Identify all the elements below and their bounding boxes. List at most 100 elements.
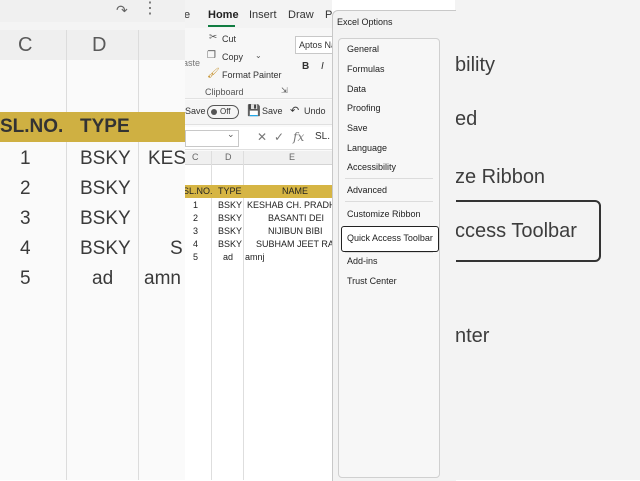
- cell[interactable]: BASANTI DEI: [268, 213, 324, 223]
- header-cell-type[interactable]: TYPE: [218, 186, 242, 196]
- cell[interactable]: 5: [193, 252, 198, 262]
- cut-button[interactable]: Cut: [222, 34, 236, 44]
- cell[interactable]: BSKY: [218, 226, 242, 236]
- nav-trust-center[interactable]: Trust Center: [347, 276, 397, 286]
- header-cell-slno[interactable]: SL.NO.: [185, 186, 213, 196]
- more-icon: ⋮: [142, 0, 158, 17]
- italic-button[interactable]: I: [321, 61, 324, 72]
- nav-customize-ribbon[interactable]: Customize Ribbon: [347, 209, 421, 219]
- table-row: 5 ad amnj: [185, 251, 332, 264]
- table-header-row: SL.NO. TYPE NAME: [185, 185, 332, 198]
- options-nav: General Formulas Data Proofing Save Lang…: [338, 38, 440, 478]
- nav-quick-access-toolbar-label: Quick Access Toolbar: [347, 233, 433, 243]
- col-header-c[interactable]: C: [192, 152, 199, 162]
- bg-cell: 1: [20, 148, 31, 169]
- nav-data[interactable]: Data: [347, 84, 366, 94]
- tab-page-layout[interactable]: P: [325, 9, 332, 21]
- chevron-down-icon[interactable]: ⌄: [227, 129, 235, 140]
- bg-cell: BSKY: [80, 238, 131, 259]
- tab-insert[interactable]: Insert: [249, 9, 277, 21]
- bg-cell: BSKY: [80, 178, 131, 199]
- bg-option-text: ed: [455, 108, 478, 130]
- nav-add-ins[interactable]: Add-ins: [347, 256, 378, 266]
- quick-access-toolbar: Save Off 💾 Save ↶ Undo: [185, 100, 332, 125]
- bold-button[interactable]: B: [302, 61, 309, 72]
- bg-cell: KES: [148, 148, 185, 169]
- nav-general[interactable]: General: [347, 44, 379, 54]
- nav-save[interactable]: Save: [347, 123, 368, 133]
- dialog-launcher-icon[interactable]: ⇲: [281, 86, 288, 95]
- tab-file[interactable]: e: [185, 9, 190, 21]
- bg-header-slno: SL.NO.: [0, 116, 64, 137]
- undo-icon[interactable]: ↶: [290, 104, 299, 117]
- col-header-d[interactable]: D: [225, 152, 232, 162]
- table-row: 3 BSKY NIJIBUN BIBI: [185, 225, 332, 238]
- dialog-title: Excel Options: [337, 17, 393, 27]
- bg-cell: BSKY: [80, 208, 131, 229]
- function-icon[interactable]: fx: [293, 130, 304, 144]
- paste-button[interactable]: aste: [185, 58, 200, 68]
- cell[interactable]: 4: [193, 239, 198, 249]
- formula-input[interactable]: SL.: [315, 131, 330, 142]
- enter-icon[interactable]: ✓: [274, 130, 284, 144]
- autosave-state: Off: [220, 107, 231, 116]
- col-header-e[interactable]: E: [289, 152, 295, 162]
- cell[interactable]: 2: [193, 213, 198, 223]
- bg-option-text: ze Ribbon: [455, 166, 546, 188]
- table-row: 4 BSKY SUBHAM JEET RAM: [185, 238, 332, 251]
- cell[interactable]: ad: [223, 252, 233, 262]
- column-headers: C D E: [185, 151, 332, 165]
- bg-cell: 5: [20, 268, 31, 289]
- cell[interactable]: BSKY: [218, 213, 242, 223]
- nav-accessibility[interactable]: Accessibility: [347, 162, 396, 172]
- bg-gridline: [66, 30, 67, 480]
- redo-icon: ↷: [116, 2, 128, 18]
- bg-cell: ad: [92, 268, 114, 289]
- cancel-icon[interactable]: ✕: [257, 130, 267, 144]
- nav-formulas[interactable]: Formulas: [347, 64, 385, 74]
- bg-col-d: D: [92, 34, 107, 56]
- copy-icon: ❐: [207, 50, 216, 61]
- nav-divider: [345, 178, 433, 179]
- table-row: 2 BSKY BASANTI DEI: [185, 212, 332, 225]
- save-icon[interactable]: 💾: [247, 104, 261, 117]
- nav-quick-access-toolbar[interactable]: Quick Access Toolbar: [341, 226, 439, 252]
- save-button[interactable]: Save: [262, 106, 283, 116]
- font-name-box[interactable]: Aptos Na: [295, 36, 332, 54]
- cell[interactable]: SUBHAM JEET RAM: [256, 239, 332, 249]
- background-options-right: bility ed ze Ribbon ccess Toolbar nter: [455, 0, 640, 480]
- bg-col-c: C: [18, 34, 33, 56]
- copy-button[interactable]: Copy: [222, 52, 243, 62]
- paintbrush-icon: 🖌: [207, 68, 220, 79]
- cell[interactable]: BSKY: [218, 200, 242, 210]
- bg-header-type: TYPE: [80, 116, 130, 137]
- clipboard-group-label: Clipboard: [205, 87, 244, 97]
- ribbon-tabs: e Home Insert Draw P: [185, 0, 332, 28]
- bg-option-text: ccess Toolbar: [455, 220, 577, 242]
- cell[interactable]: amnj: [245, 252, 265, 262]
- format-painter-button[interactable]: Format Painter: [222, 70, 282, 80]
- nav-language[interactable]: Language: [347, 143, 387, 153]
- autosave-toggle[interactable]: Off: [207, 105, 239, 119]
- ribbon-home: aste ✂ Cut ❐ Copy ⌄ 🖌 Format Painter Cli…: [185, 28, 332, 99]
- tab-home[interactable]: Home: [208, 9, 239, 21]
- cell[interactable]: BSKY: [218, 239, 242, 249]
- nav-advanced[interactable]: Advanced: [347, 185, 387, 195]
- cell[interactable]: 1: [193, 200, 198, 210]
- cell[interactable]: NIJIBUN BIBI: [268, 226, 323, 236]
- bg-cell: 4: [20, 238, 31, 259]
- chevron-down-icon[interactable]: ⌄: [255, 51, 262, 60]
- nav-divider: [345, 201, 433, 202]
- bg-cell: S: [170, 238, 183, 259]
- bg-cell: 3: [20, 208, 31, 229]
- cell[interactable]: 3: [193, 226, 198, 236]
- bg-cell: amn: [144, 268, 181, 289]
- worksheet-grid[interactable]: C D E SL.NO. TYPE NAME 1 BSKY KESHAB CH.…: [185, 151, 332, 480]
- toggle-knob: [211, 109, 217, 115]
- excel-window: e Home Insert Draw P aste ✂ Cut ❐ Copy ⌄…: [185, 0, 332, 480]
- cell[interactable]: KESHAB CH. PRADHA: [247, 200, 332, 210]
- undo-button[interactable]: Undo: [304, 106, 326, 116]
- header-cell-name[interactable]: NAME: [282, 186, 308, 196]
- nav-proofing[interactable]: Proofing: [347, 103, 381, 113]
- tab-draw[interactable]: Draw: [288, 9, 314, 21]
